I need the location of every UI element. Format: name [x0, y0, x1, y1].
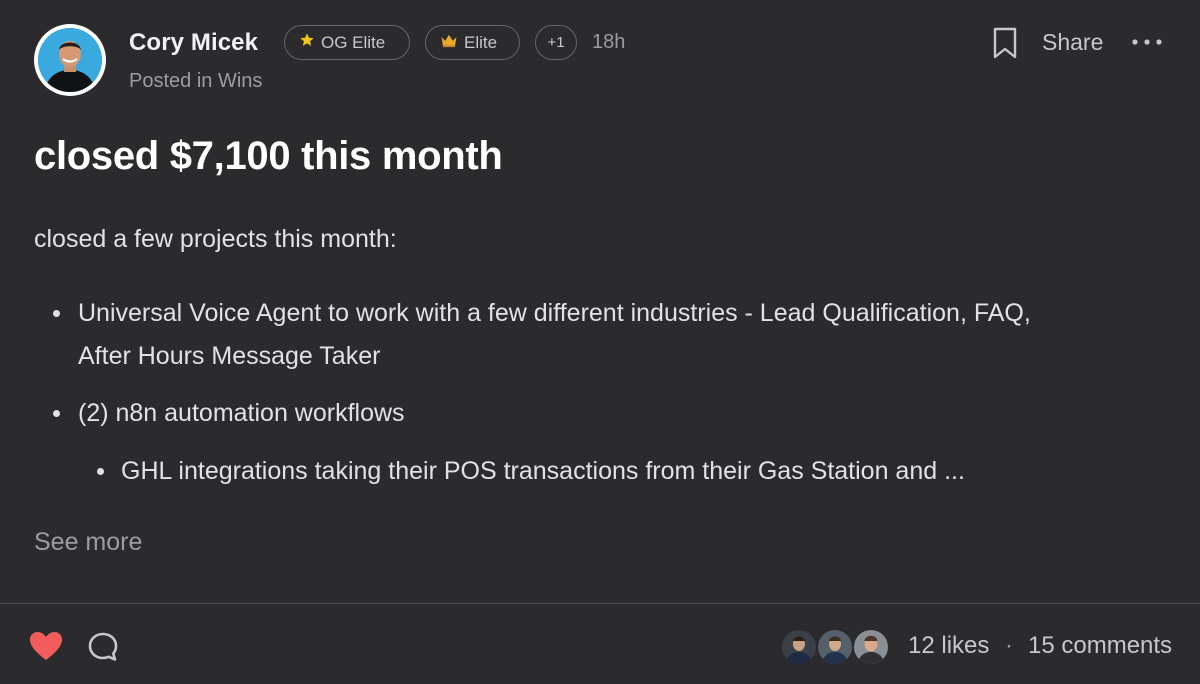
- liker-avatar: [852, 628, 890, 666]
- heart-icon[interactable]: [28, 630, 64, 662]
- author-name[interactable]: Cory Micek: [129, 29, 258, 57]
- more-options-icon[interactable]: [1130, 29, 1166, 53]
- comments-count[interactable]: 15 comments: [1028, 632, 1172, 660]
- separator: ·: [1005, 632, 1013, 659]
- comment-icon[interactable]: [86, 630, 120, 664]
- sub-list-item: GHL integrations taking their POS transa…: [97, 450, 965, 493]
- posted-in-category[interactable]: Posted in Wins: [129, 70, 262, 93]
- list-item: Universal Voice Agent to work with a few…: [53, 292, 1058, 378]
- badge-elite[interactable]: Elite: [425, 25, 520, 60]
- liker-avatars[interactable]: [780, 628, 892, 666]
- post-intro: closed a few projects this month:: [34, 225, 397, 253]
- see-more-link[interactable]: See more: [34, 528, 142, 557]
- star-icon: [299, 32, 315, 53]
- badge-more[interactable]: +1: [535, 25, 577, 60]
- liker-avatar: [780, 628, 818, 666]
- list-item-text: Universal Voice Agent to work with a few…: [78, 299, 1031, 370]
- avatar-image: [38, 28, 102, 92]
- bookmark-icon[interactable]: [990, 26, 1020, 60]
- post-title[interactable]: closed $7,100 this month: [34, 134, 503, 179]
- post-time: 18h: [592, 31, 626, 53]
- list-item: (2) n8n automation workflows: [53, 392, 405, 435]
- badge-og-elite[interactable]: OG Elite: [284, 25, 410, 60]
- badge-label: Elite: [464, 32, 498, 52]
- bullet-dot: [53, 410, 60, 417]
- badge-count: +1: [547, 34, 565, 51]
- badge-label: OG Elite: [321, 32, 386, 52]
- share-button[interactable]: Share: [1042, 29, 1103, 56]
- list-item-text: (2) n8n automation workflows: [78, 399, 405, 427]
- likes-count[interactable]: 12 likes: [908, 632, 989, 660]
- bullet-dot: [53, 310, 60, 317]
- divider: [0, 603, 1200, 604]
- crown-icon: [440, 32, 458, 53]
- avatar[interactable]: [34, 24, 106, 96]
- post-card: Cory Micek Posted in Wins OG Elite Elite…: [0, 0, 1200, 684]
- liker-avatar: [816, 628, 854, 666]
- bullet-dot: [97, 468, 104, 475]
- list-item-text: GHL integrations taking their POS transa…: [121, 457, 965, 485]
